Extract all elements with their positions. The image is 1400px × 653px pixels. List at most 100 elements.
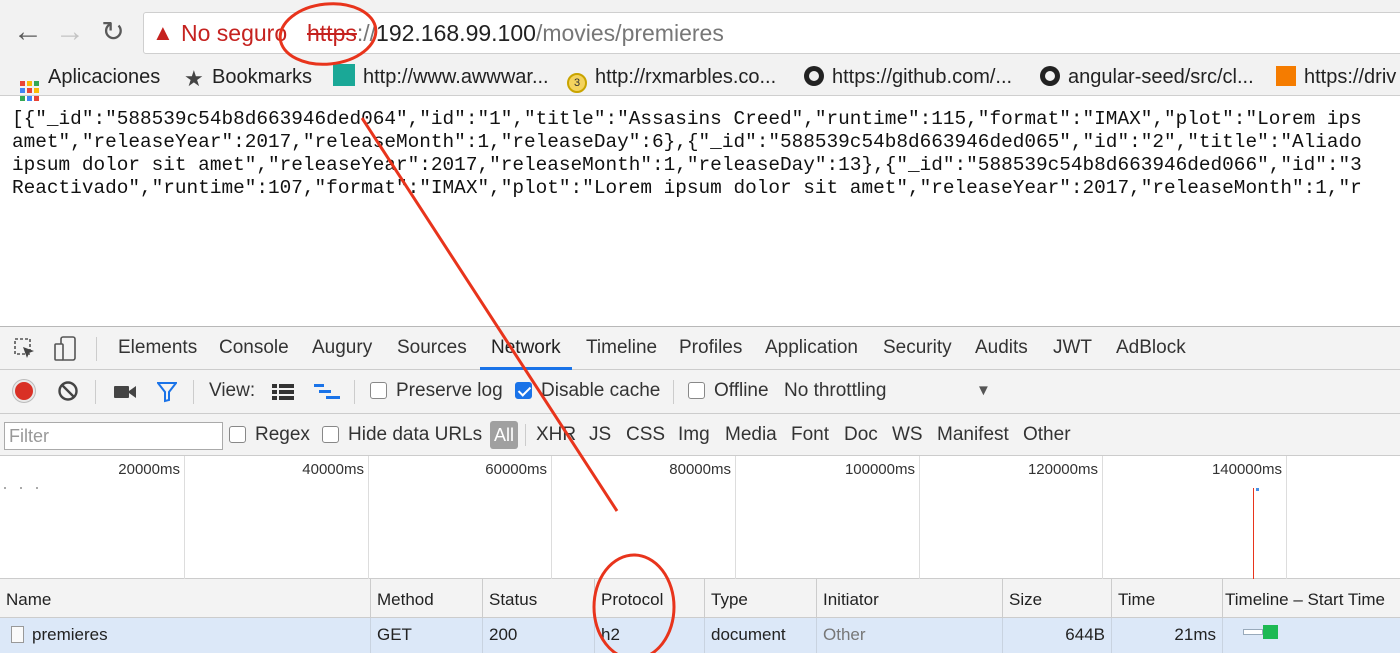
large-rows-icon[interactable] xyxy=(272,383,294,401)
url-separator: :// xyxy=(356,20,377,46)
hide-data-urls-label: Hide data URLs xyxy=(348,424,483,445)
regex-checkbox[interactable]: Regex xyxy=(229,414,310,456)
bookmarks-bar: Aplicaciones ★ Bookmarks http://www.awwwa… xyxy=(0,60,1400,101)
tab-adblock[interactable]: AdBlock xyxy=(1116,327,1186,370)
hide-data-urls-checkbox[interactable]: Hide data URLs xyxy=(322,414,482,456)
column-method[interactable]: Method xyxy=(370,579,482,618)
filter-type-media[interactable]: Media xyxy=(725,414,777,456)
filter-type-xhr[interactable]: XHR xyxy=(536,414,576,456)
throttling-select[interactable]: No throttling xyxy=(784,370,886,412)
overview-tick-label: 20000ms xyxy=(118,461,180,478)
checkbox-icon[interactable] xyxy=(322,426,339,443)
disable-cache-label: Disable cache xyxy=(541,380,661,401)
toolbar-divider xyxy=(95,380,96,404)
offline-checkbox[interactable]: Offline xyxy=(688,370,769,412)
request-name: premieres xyxy=(32,625,108,644)
overview-gridline xyxy=(919,456,920,579)
overview-tick-label: 140000ms xyxy=(1211,461,1282,478)
chevron-down-icon[interactable]: ▼ xyxy=(976,370,991,412)
column-type[interactable]: Type xyxy=(704,579,816,618)
filter-type-js[interactable]: JS xyxy=(589,414,611,456)
column-name[interactable]: Name xyxy=(0,579,370,618)
bookmark-angular-seed[interactable]: angular-seed/src/cl... xyxy=(1040,62,1254,92)
column-initiator[interactable]: Initiator xyxy=(816,579,1002,618)
capture-screenshots-icon[interactable] xyxy=(113,383,137,401)
cell-name[interactable]: premieres xyxy=(0,618,370,653)
back-arrow-icon[interactable]: ← xyxy=(10,14,46,50)
filter-type-ws[interactable]: WS xyxy=(892,414,923,456)
bookmark-folder[interactable]: ★ Bookmarks xyxy=(184,62,312,92)
preserve-log-checkbox[interactable]: Preserve log xyxy=(370,370,503,412)
column-size[interactable]: Size xyxy=(1002,579,1111,618)
warning-icon[interactable]: ▲ xyxy=(152,13,174,53)
star-icon: ★ xyxy=(184,66,204,91)
tab-profiles[interactable]: Profiles xyxy=(679,327,742,370)
device-toolbar-icon[interactable] xyxy=(53,336,77,362)
checkbox-icon[interactable] xyxy=(370,382,387,399)
overview-gridline xyxy=(735,456,736,579)
tab-audits[interactable]: Audits xyxy=(975,327,1028,370)
filter-type-other[interactable]: Other xyxy=(1023,414,1071,456)
table-row[interactable]: premieres GET 200 h2 document Other 644B… xyxy=(0,618,1400,653)
tab-application[interactable]: Application xyxy=(765,327,858,370)
bookmark-awwwards[interactable]: http://www.awwwar... xyxy=(333,62,549,92)
url-text[interactable]: https://192.168.99.100/movies/premieres xyxy=(307,13,724,53)
tab-network[interactable]: Network xyxy=(480,327,572,370)
disable-cache-checkbox[interactable]: Disable cache xyxy=(515,370,660,412)
column-timeline[interactable]: Timeline – Start Time xyxy=(1222,579,1400,618)
column-time[interactable]: Time xyxy=(1111,579,1222,618)
url-host: 192.168.99.100 xyxy=(376,20,536,46)
view-label: View: xyxy=(209,380,256,401)
filter-type-font[interactable]: Font xyxy=(791,414,829,456)
tab-elements[interactable]: Elements xyxy=(118,327,197,370)
bookmark-rxmarbles[interactable]: 3 http://rxmarbles.co... xyxy=(567,62,777,93)
network-overview-timeline[interactable]: 20000ms 40000ms 60000ms 80000ms 100000ms… xyxy=(0,456,1400,579)
offline-label: Offline xyxy=(714,380,769,401)
checkbox-checked-icon[interactable] xyxy=(515,382,532,399)
json-line: [{"_id":"588539c54b8d663946ded064","id":… xyxy=(12,108,1362,130)
bookmark-apps[interactable]: Aplicaciones xyxy=(20,62,160,101)
toolbar-divider xyxy=(525,424,526,446)
tab-timeline[interactable]: Timeline xyxy=(586,327,657,370)
reload-icon[interactable]: ↻ xyxy=(95,14,131,50)
filter-type-manifest[interactable]: Manifest xyxy=(937,414,1009,456)
inspect-element-icon[interactable] xyxy=(14,338,36,360)
checkbox-icon[interactable] xyxy=(688,382,705,399)
page-json-content: [{"_id":"588539c54b8d663946ded064","id":… xyxy=(12,108,1392,218)
request-dot xyxy=(4,487,6,489)
bookmark-label: https://driv xyxy=(1304,66,1397,88)
cell-timeline xyxy=(1222,618,1400,653)
column-protocol[interactable]: Protocol xyxy=(594,579,704,618)
cell-protocol: h2 xyxy=(594,618,704,653)
filter-type-all[interactable]: All xyxy=(490,421,518,449)
security-status[interactable]: No seguro xyxy=(181,13,287,53)
filter-type-doc[interactable]: Doc xyxy=(844,414,878,456)
column-status[interactable]: Status xyxy=(482,579,594,618)
cell-time: 21ms xyxy=(1111,618,1222,653)
filter-type-img[interactable]: Img xyxy=(678,414,710,456)
tab-augury[interactable]: Augury xyxy=(312,327,372,370)
tab-console[interactable]: Console xyxy=(219,327,289,370)
github-icon xyxy=(804,66,824,86)
overview-tick-label: 40000ms xyxy=(302,461,364,478)
waterfall-view-icon[interactable] xyxy=(314,383,340,401)
filter-type-css[interactable]: CSS xyxy=(626,414,665,456)
address-bar[interactable]: ▲ No seguro https://192.168.99.100/movie… xyxy=(143,12,1400,54)
bookmark-label: Bookmarks xyxy=(212,66,313,88)
tab-security[interactable]: Security xyxy=(883,327,952,370)
tab-jwt[interactable]: JWT xyxy=(1053,327,1092,370)
clear-icon[interactable] xyxy=(57,380,79,402)
network-toolbar: View: Preserve log Disable cache Offline… xyxy=(0,370,1400,414)
bookmark-label: http://rxmarbles.co... xyxy=(595,66,777,88)
waiting-bar xyxy=(1243,629,1263,635)
request-dot xyxy=(20,487,22,489)
record-button[interactable] xyxy=(13,380,35,402)
forward-arrow-icon[interactable]: → xyxy=(52,14,88,50)
filter-input[interactable] xyxy=(4,422,223,450)
tab-sources[interactable]: Sources xyxy=(397,327,467,370)
bookmark-github[interactable]: https://github.com/... xyxy=(804,62,1012,92)
toolbar-divider xyxy=(673,380,674,404)
bookmark-drive[interactable]: https://driv xyxy=(1276,62,1396,92)
filter-icon[interactable] xyxy=(155,381,179,403)
checkbox-icon[interactable] xyxy=(229,426,246,443)
